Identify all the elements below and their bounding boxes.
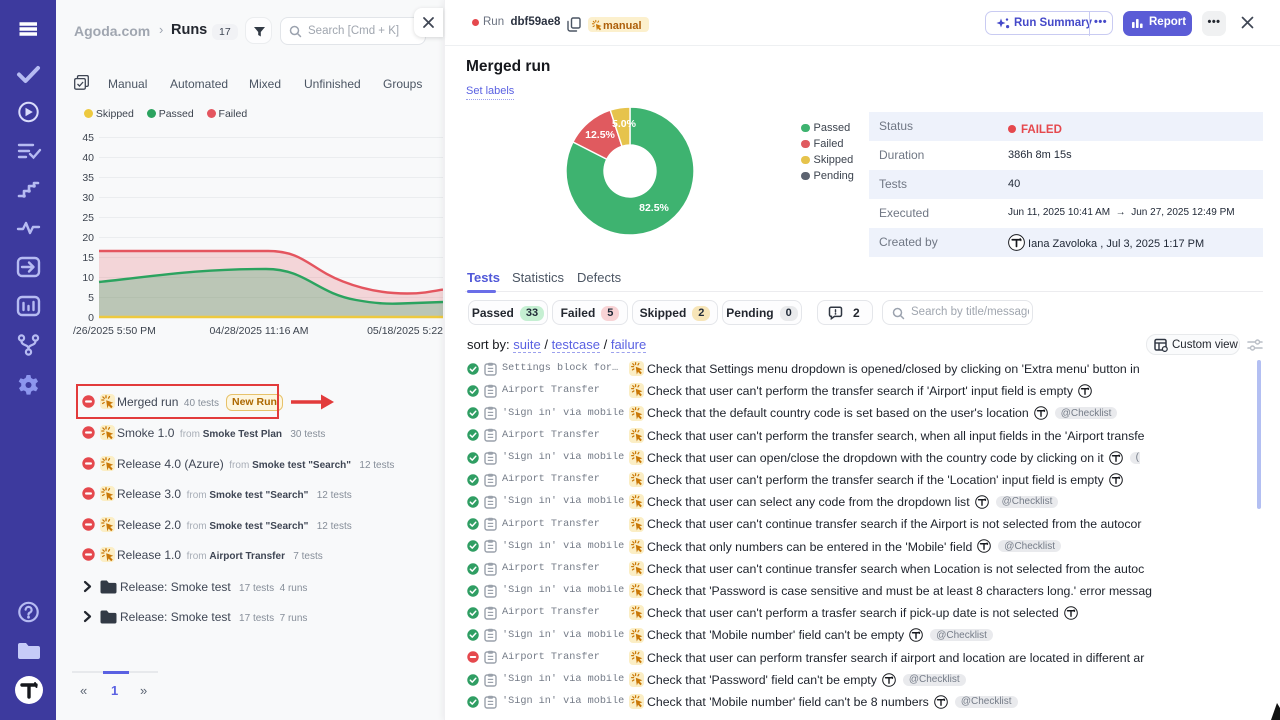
svg-text:05/18/2025 5:22: 05/18/2025 5:22 <box>367 325 443 337</box>
svg-text:82.5%: 82.5% <box>639 202 669 214</box>
svg-text:20: 20 <box>82 232 94 244</box>
svg-text:5: 5 <box>88 292 94 304</box>
svg-text:40: 40 <box>82 152 94 164</box>
svg-text:12.5%: 12.5% <box>585 129 615 141</box>
svg-text:/26/2025 5:50 PM: /26/2025 5:50 PM <box>73 325 156 337</box>
svg-text:30: 30 <box>82 192 94 204</box>
svg-text:04/28/2025 11:16 AM: 04/28/2025 11:16 AM <box>209 325 308 337</box>
svg-text:5.0%: 5.0% <box>612 118 637 130</box>
svg-text:15: 15 <box>82 252 94 264</box>
svg-text:35: 35 <box>82 172 94 184</box>
svg-text:0: 0 <box>88 312 94 324</box>
svg-text:45: 45 <box>82 132 94 144</box>
svg-text:10: 10 <box>82 272 94 284</box>
svg-text:25: 25 <box>82 212 94 224</box>
